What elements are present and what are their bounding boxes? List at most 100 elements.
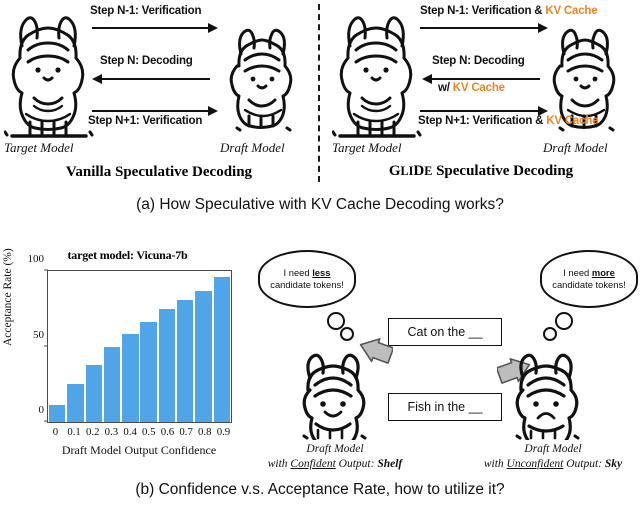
- prompt-box-cat: Cat on the __: [388, 318, 502, 346]
- arrow-line-step-n-left: [100, 78, 210, 80]
- arrow-label-step-n-1-right: Step N-1: Verification & KV Cache: [420, 5, 598, 17]
- draft-model-llama-unconfident: [515, 353, 580, 440]
- confident-model-line1: Draft Model: [306, 443, 364, 455]
- panel-a-caption: (a) How Speculative with KV Cache Decodi…: [136, 196, 504, 213]
- thought-dot-large-right: [555, 312, 573, 330]
- chart-bar: [67, 384, 84, 422]
- vanilla-panel-title: Vanilla Speculative Decoding: [65, 164, 253, 180]
- chart-x-tick: 0.8: [198, 426, 212, 438]
- chart-y-axis-label: Acceptance Rate (%): [2, 248, 14, 346]
- chart-ytick-2: 100: [27, 253, 45, 265]
- unconfident-model-line2: with Unconfident Output: Sky: [467, 457, 639, 472]
- chart-x-tick: 0: [52, 426, 59, 438]
- thought-bubble-less: I need less candidate tokens!: [258, 250, 356, 308]
- chart-x-tick: 0.2: [86, 426, 100, 438]
- confident-model-caption: Draft Model with Confident Output: Shelf: [255, 442, 415, 472]
- draft-model-caption-left: Draft Model: [220, 140, 285, 155]
- bubble-left-line2: candidate tokens!: [270, 279, 344, 290]
- panel-divider: [318, 4, 320, 182]
- chart-bar: [213, 277, 230, 422]
- chart-ytickmark-1: [44, 345, 48, 346]
- unconfident-emphasis: Unconfident: [506, 457, 564, 470]
- thought-bubble-more: I need more candidate tokens!: [540, 250, 638, 308]
- prompt-cat-text: Cat on the __: [407, 325, 483, 339]
- glide-panel-title: GLIDE Speculative Decoding: [322, 163, 640, 180]
- arrow-line-step-n-plus-1-right: [420, 110, 540, 112]
- kv-cache-highlight-2: KV Cache: [452, 82, 505, 94]
- chart-ytick-0: 0: [38, 404, 45, 416]
- thought-dot-small-right: [543, 327, 557, 341]
- unconfident-model-line1: Draft Model: [524, 443, 582, 455]
- arrow-head-step-n-1-right: [538, 23, 548, 33]
- prompt-fish-text: Fish in the __: [407, 400, 483, 414]
- chart-x-tick: 0.6: [160, 426, 175, 438]
- arrow-line-step-n-1-left: [92, 27, 210, 29]
- chart-x-tick: 0.3: [104, 426, 119, 438]
- chart-x-tick: 0.7: [179, 426, 193, 438]
- bubble-right-emphasis: more: [591, 267, 615, 279]
- draft-model-llama-left: [229, 28, 293, 132]
- confident-output: Shelf: [377, 457, 403, 470]
- target-model-caption-left: Target Model: [4, 140, 74, 155]
- confident-emphasis: Confident: [290, 457, 336, 470]
- chart-x-tick: 0.4: [123, 426, 137, 438]
- bubble-left-line1-pre: I need: [283, 267, 313, 279]
- chart-bar: [103, 346, 121, 422]
- panel-b-caption: (b) Confidence v.s. Acceptance Rate, how…: [135, 481, 505, 498]
- chart-bar: [140, 322, 157, 422]
- arrow-label-step-n-kv-right: w/ KV Cache: [438, 82, 505, 94]
- chart-x-tick: 0.5: [142, 426, 156, 438]
- confident-model-line2: with Confident Output: Shelf: [255, 457, 415, 472]
- bubble-right-line2: candidate tokens!: [552, 279, 626, 290]
- arrow-line-step-n-plus-1-left: [92, 110, 210, 112]
- chart-bar: [85, 364, 103, 422]
- bubble-right-line1-pre: I need: [563, 267, 592, 279]
- chart-ytickmark-2: [44, 269, 48, 271]
- kv-cache-highlight-3: KV Cache: [546, 115, 599, 127]
- chart-ytickmark-0: [44, 420, 48, 422]
- draft-model-caption-right: Draft Model: [543, 140, 608, 155]
- arrow-head-step-n-left: [92, 74, 102, 84]
- kv-cache-highlight-1: KV Cache: [545, 5, 598, 17]
- glide-title-d: D: [413, 163, 425, 179]
- arrow-label-step-n-plus-1-left: Step N+1: Verification: [88, 115, 203, 127]
- chart-ytick-1: 50: [33, 328, 44, 341]
- arrow-label-step-n-left: Step N: Decoding: [100, 55, 193, 67]
- arrow-head-step-n-1-left: [208, 23, 218, 33]
- glide-title-g: G: [388, 163, 401, 179]
- target-model-llama-right: [332, 16, 422, 138]
- arrow-head-step-n-plus-1-left: [208, 106, 218, 116]
- chart-bar: [176, 299, 194, 422]
- glide-title-suffix: Speculative Decoding: [432, 163, 574, 179]
- unconfident-model-caption: Draft Model with Unconfident Output: Sky: [467, 442, 639, 472]
- arrow-line-step-n-1-right: [420, 27, 540, 29]
- acceptance-rate-chart: target model: Vicuna-7b Acceptance Rate …: [0, 244, 255, 480]
- unconfident-output: Sky: [604, 457, 623, 470]
- unconfident-mid: Output:: [563, 457, 605, 470]
- chart-bar: [195, 290, 212, 422]
- chart-x-axis-label: Draft Model Output Confidence: [61, 443, 217, 457]
- draft-model-llama-confident: [302, 353, 367, 440]
- confident-pre: with: [267, 457, 291, 470]
- confident-mid: Output:: [335, 457, 378, 470]
- arrow-label-step-n-1-left: Step N-1: Verification: [90, 5, 202, 17]
- thought-dot-small-left: [340, 327, 354, 341]
- unconfident-pre: with: [483, 457, 507, 470]
- target-model-caption-right: Target Model: [332, 140, 402, 155]
- chart-bars: [48, 271, 231, 422]
- glide-title-li: LI: [400, 164, 414, 178]
- chart-x-tick: 0.9: [216, 426, 231, 438]
- chart-x-tick: 0.1: [67, 426, 81, 438]
- chart-bar: [49, 405, 66, 422]
- arrow-label-step-n-right: Step N: Decoding: [432, 55, 525, 67]
- arrow-head-step-n-right: [422, 74, 432, 84]
- bubble-left-emphasis: less: [312, 267, 331, 279]
- chart-plot-area: 0 50 100: [28, 253, 232, 423]
- arrow-line-step-n-right: [430, 78, 540, 80]
- chart-x-tick-labels: 0 0.1 0.2 0.3 0.4 0.5 0.6 0.7 0.8 0.9: [47, 426, 232, 438]
- chart-bar: [122, 334, 139, 422]
- target-model-llama-left: [4, 16, 94, 138]
- chart-bar: [158, 308, 176, 422]
- arrow-label-step-n-plus-1-right: Step N+1: Verification & KV Cache: [418, 115, 599, 127]
- prompt-box-fish: Fish in the __: [388, 393, 502, 421]
